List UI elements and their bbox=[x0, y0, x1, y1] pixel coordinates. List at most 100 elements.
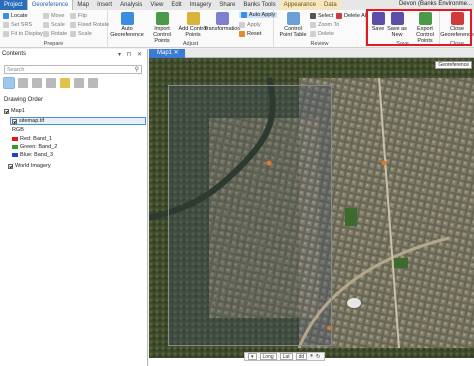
transformation-dropdown[interactable]: Transformation bbox=[204, 12, 240, 32]
rotate-button[interactable]: Rotate bbox=[43, 31, 67, 37]
tab-map[interactable]: Map bbox=[73, 0, 93, 10]
map-checkbox[interactable] bbox=[4, 108, 9, 114]
transformation-icon bbox=[215, 12, 229, 25]
ribbon: Locate Set SRS Fit to Display Move Scale… bbox=[0, 10, 474, 48]
group-label-save: Save bbox=[396, 41, 409, 47]
latitude-field[interactable]: Lat bbox=[279, 353, 293, 360]
group-label-review: Review bbox=[310, 41, 329, 47]
tab-appearance[interactable]: Appearance bbox=[279, 0, 320, 10]
locate-icon bbox=[3, 13, 9, 19]
band-red: Red: Band_1 bbox=[12, 136, 52, 142]
basemap-checkbox[interactable] bbox=[8, 163, 13, 169]
map-status-bar: ▾ Long Lat dd ⏸ ↻ bbox=[244, 352, 325, 361]
tab-view[interactable]: View bbox=[146, 0, 167, 10]
units-dropdown[interactable]: dd bbox=[295, 353, 308, 360]
group-prepare: Locate Set SRS Fit to Display Move Scale… bbox=[0, 10, 109, 48]
auto-georeference-button[interactable]: Auto Georeference bbox=[110, 12, 144, 38]
editing-icon[interactable] bbox=[46, 78, 56, 88]
band-green: Green: Band_2 bbox=[12, 144, 57, 150]
tab-banks-tools[interactable]: Banks Tools bbox=[239, 0, 279, 10]
save-icon bbox=[371, 12, 385, 25]
control-point-table-button[interactable]: Control Point Table bbox=[278, 12, 308, 38]
tab-edit[interactable]: Edit bbox=[167, 0, 185, 10]
import-icon bbox=[155, 12, 169, 25]
source-icon[interactable] bbox=[18, 78, 28, 88]
map-node[interactable]: Map1 bbox=[4, 108, 25, 114]
contents-pane: Contents ▾ ⊓ ✕ Search ⚲ Drawing Order Map… bbox=[0, 49, 148, 366]
select-icon bbox=[310, 13, 316, 19]
delete-icon bbox=[310, 31, 316, 37]
delete-all-icon bbox=[336, 13, 342, 19]
auto-apply-icon bbox=[241, 12, 247, 18]
export-control-points-button[interactable]: Export Control Points bbox=[410, 12, 440, 44]
user-account[interactable]: Devon (Banks Environme... bbox=[399, 1, 472, 7]
search-icon[interactable]: ⚲ bbox=[135, 66, 139, 74]
save-as-new-button[interactable]: Save as New bbox=[386, 12, 408, 38]
export-icon bbox=[418, 12, 432, 25]
add-control-points-button[interactable]: Add Control Points bbox=[178, 12, 208, 38]
move-icon bbox=[43, 13, 49, 19]
tab-data[interactable]: Data bbox=[319, 0, 341, 10]
fixed-rotate-icon bbox=[70, 22, 76, 28]
flip-button[interactable]: Flip bbox=[70, 13, 87, 19]
fixed-rotate-button[interactable]: Fixed Rotate bbox=[70, 22, 109, 28]
auto-apply-toggle[interactable]: Auto Apply bbox=[239, 12, 278, 18]
charts-icon[interactable] bbox=[88, 78, 98, 88]
map-canvas[interactable]: Georeference bbox=[149, 58, 474, 358]
group-close: Close Georeference Close bbox=[440, 10, 474, 48]
search-input[interactable]: Search ⚲ bbox=[4, 65, 142, 74]
selection-icon[interactable] bbox=[32, 78, 42, 88]
zoom-icon bbox=[310, 22, 316, 28]
rotate-icon bbox=[43, 31, 49, 37]
group-save: Save Save as New Export Control Points S… bbox=[366, 10, 440, 48]
fit-icon bbox=[3, 31, 9, 37]
drawing-order-icon[interactable] bbox=[3, 77, 15, 89]
save-as-new-icon bbox=[390, 12, 404, 25]
set-srs-button[interactable]: Set SRS bbox=[3, 22, 32, 28]
basemap-node[interactable]: World Imagery bbox=[8, 163, 51, 169]
group-review: Control Point Table Select Zoom To Delet… bbox=[274, 10, 367, 48]
add-points-icon bbox=[186, 12, 200, 25]
map-tab[interactable]: Map1 ✕ bbox=[149, 49, 185, 58]
apply-button[interactable]: Apply bbox=[239, 22, 261, 28]
tab-georeference[interactable]: Georeference bbox=[26, 0, 74, 10]
scale-button[interactable]: Scale bbox=[43, 22, 65, 28]
map-tab-strip: Map1 ✕ bbox=[149, 49, 474, 58]
locate-button[interactable]: Locate bbox=[3, 13, 28, 19]
longitude-field[interactable]: Long bbox=[259, 353, 277, 360]
tab-analysis[interactable]: Analysis bbox=[116, 0, 146, 10]
zoom-to-button[interactable]: Zoom To bbox=[310, 22, 339, 28]
layer-checkbox[interactable] bbox=[12, 118, 17, 124]
tab-imagery[interactable]: Imagery bbox=[186, 0, 216, 10]
group-adjust: Auto Georeference Import Control Points … bbox=[108, 10, 278, 48]
delete-button[interactable]: Delete bbox=[310, 31, 334, 37]
map-view[interactable]: Map1 ✕ Georeference ▾ Long Lat dd ⏸ ↻ bbox=[149, 49, 474, 366]
refresh-icon[interactable]: ↻ bbox=[316, 354, 321, 360]
snapping-icon[interactable] bbox=[60, 78, 70, 88]
scale-dropdown[interactable]: ▾ bbox=[248, 353, 257, 360]
delete-all-button[interactable]: Delete All bbox=[336, 13, 367, 19]
tab-project[interactable]: Project bbox=[0, 0, 27, 10]
select-button[interactable]: Select bbox=[310, 13, 333, 19]
group-label-prepare: Prepare bbox=[43, 41, 64, 47]
fixed-scale-button[interactable]: Scale bbox=[70, 31, 92, 37]
tab-insert[interactable]: Insert bbox=[93, 0, 116, 10]
band-blue: Blue: Band_3 bbox=[12, 152, 53, 158]
labeling-icon[interactable] bbox=[74, 78, 84, 88]
close-georeference-button[interactable]: Close Georeference bbox=[440, 12, 474, 38]
reset-icon bbox=[239, 31, 245, 37]
apply-icon bbox=[239, 22, 245, 28]
tab-share[interactable]: Share bbox=[215, 0, 239, 10]
move-button[interactable]: Move bbox=[43, 13, 64, 19]
green-swatch bbox=[12, 145, 18, 149]
rgb-label: RGB bbox=[12, 127, 24, 133]
pause-icon[interactable]: ⏸ bbox=[310, 353, 313, 360]
import-control-points-button[interactable]: Import Control Points bbox=[146, 12, 178, 44]
layer-node[interactable]: sitemap.tif bbox=[12, 118, 44, 124]
fixed-scale-icon bbox=[70, 31, 76, 37]
reset-button[interactable]: Reset bbox=[239, 31, 261, 37]
fit-display-button[interactable]: Fit to Display bbox=[3, 31, 43, 37]
contents-title: Contents bbox=[2, 51, 27, 57]
pane-controls[interactable]: ▾ ⊓ ✕ bbox=[118, 51, 144, 58]
save-button[interactable]: Save bbox=[370, 12, 386, 32]
